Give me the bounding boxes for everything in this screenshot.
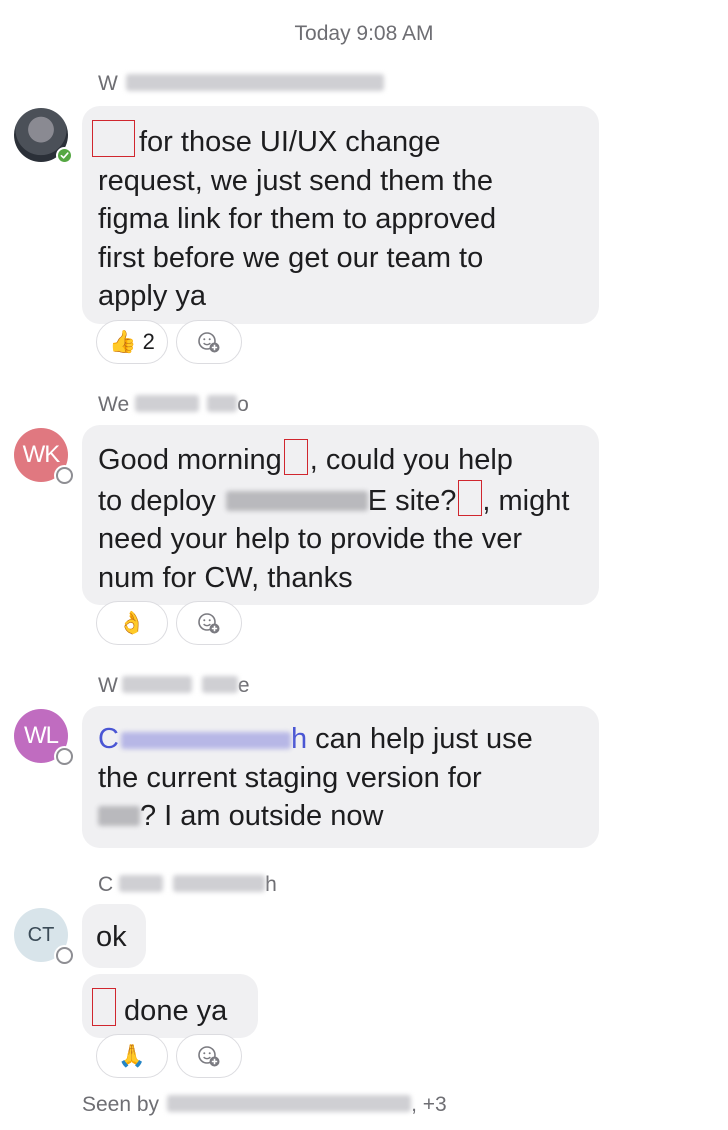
add-reaction-button[interactable]: [176, 320, 242, 364]
timestamp: Today 9:08 AM: [294, 22, 434, 45]
sender-name: We o: [98, 393, 249, 416]
offline-status-icon: [56, 748, 73, 765]
avatar[interactable]: [14, 108, 73, 164]
redacted-mention: [458, 479, 483, 516]
sender-name: W: [98, 72, 384, 96]
reaction-row: 👌: [96, 601, 242, 645]
message-bubble[interactable]: for those UI/UX change request, we just …: [82, 106, 599, 324]
message-bubble[interactable]: ok: [82, 904, 146, 968]
online-status-icon: [56, 147, 73, 164]
offline-status-icon: [56, 467, 73, 484]
reaction-thumbs-up[interactable]: 👍 2: [96, 320, 168, 364]
avatar[interactable]: WL: [14, 709, 73, 765]
message-bubble[interactable]: Ch can help just use the current staging…: [82, 706, 599, 848]
offline-status-icon: [56, 947, 73, 964]
sender-name: We: [98, 674, 250, 697]
add-reaction-button[interactable]: [176, 1034, 242, 1078]
message-bubble[interactable]: done ya: [82, 974, 258, 1038]
add-reaction-button[interactable]: [176, 601, 242, 645]
redacted-mention: [92, 988, 116, 1026]
avatar[interactable]: CT: [14, 908, 73, 964]
avatar[interactable]: WK: [14, 428, 73, 484]
reaction-row: 🙏: [96, 1034, 242, 1078]
sender-name: Ch: [98, 873, 277, 896]
message-bubble[interactable]: Good morning, could you help to deploy E …: [82, 425, 599, 605]
ok-hand-icon: 👌: [118, 610, 146, 635]
smiley-plus-icon: [198, 332, 220, 353]
mention-link[interactable]: Ch: [98, 723, 307, 755]
reaction-folded-hands[interactable]: 🙏: [96, 1034, 168, 1078]
reaction-row: 👍 2: [96, 320, 242, 364]
smiley-plus-icon: [198, 1046, 220, 1067]
folded-hands-icon: 🙏: [118, 1043, 146, 1068]
seen-by-text[interactable]: Seen by, +3: [82, 1093, 447, 1117]
redacted-mention: [92, 120, 135, 157]
smiley-plus-icon: [198, 613, 220, 634]
reaction-count: 2: [142, 329, 155, 354]
redacted-mention: [283, 439, 308, 475]
reaction-ok-hand[interactable]: 👌: [96, 601, 168, 645]
thumbs-up-icon: 👍: [109, 329, 137, 354]
